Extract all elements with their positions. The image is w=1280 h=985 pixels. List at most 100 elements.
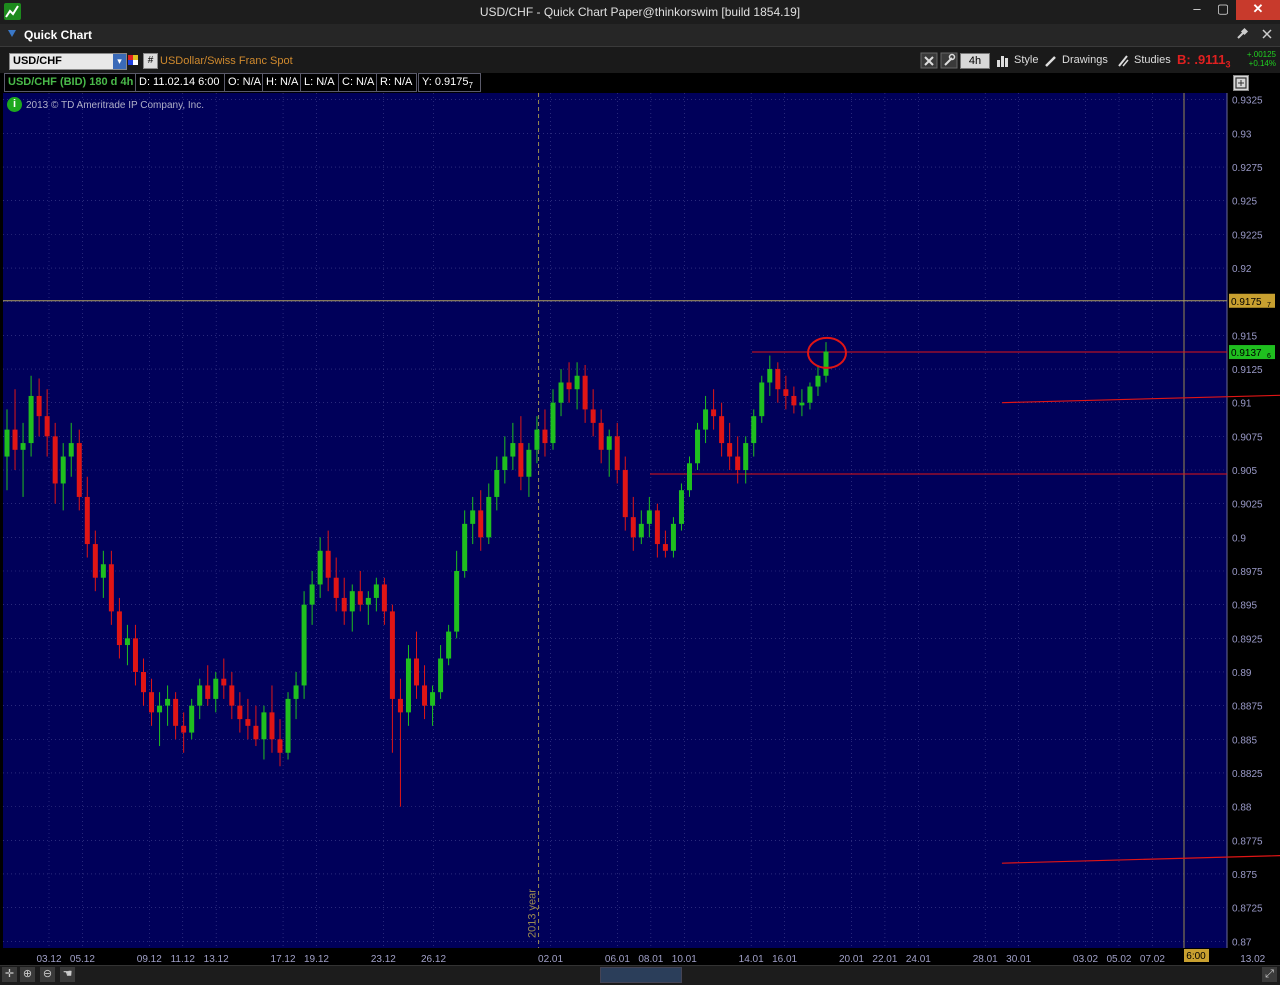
y-tick-label: 0.8725 [1232, 904, 1263, 915]
candle-body [534, 429, 540, 450]
y-tick-label: 0.91 [1232, 399, 1252, 410]
candle-body [165, 698, 171, 706]
candle-body [494, 470, 500, 497]
candle-body [654, 510, 660, 545]
x-tick-label: 03.12 [36, 954, 61, 965]
y-tick-label: 0.9025 [1232, 500, 1263, 511]
copyright-text: 2013 © TD Ameritrade IP Company, Inc. [26, 100, 205, 111]
horizontal-scrollbar-thumb[interactable] [600, 967, 682, 983]
y-tick-label: 0.8775 [1232, 836, 1263, 847]
candle-body [518, 443, 524, 477]
candle-body [703, 409, 709, 430]
candle-body [614, 436, 620, 471]
x-tick-label: 09.12 [137, 954, 162, 965]
y-tick-label: 0.925 [1232, 197, 1257, 208]
zoom-in-icon[interactable]: ⊕ [20, 967, 35, 982]
expand-icon[interactable]: ⤢ [1262, 967, 1277, 982]
info-y-value: Y: 0.9175 [422, 76, 469, 88]
info-high: H: N/A [262, 73, 303, 92]
plot-background [3, 93, 1227, 948]
candle-body [630, 517, 636, 538]
y-tick-label: 0.915 [1232, 331, 1257, 342]
x-tick-label: 20.01 [839, 954, 864, 965]
y-tick-label: 0.895 [1232, 601, 1257, 612]
x-tick-label: 05.12 [70, 954, 95, 965]
candle-body [349, 591, 355, 612]
x-tick-label: 28.01 [973, 954, 998, 965]
candle-body [646, 510, 652, 524]
y-tick-label: 0.9275 [1232, 163, 1263, 174]
candle-body [727, 443, 733, 457]
crosshair-price-subdigit: 7 [1267, 302, 1271, 309]
x-tick-label: 13.02 [1240, 954, 1265, 965]
candle-body [719, 416, 725, 444]
candle-body [743, 443, 749, 471]
candle-body [422, 685, 428, 706]
y-tick-label: 0.9125 [1232, 365, 1263, 376]
candle-body [12, 429, 18, 450]
candle-body [815, 375, 821, 387]
candle-body [751, 416, 757, 444]
candle-body [373, 584, 379, 598]
candle-body [582, 375, 588, 410]
settings-gear-icon[interactable] [1233, 75, 1249, 91]
x-tick-label: 11.12 [171, 954, 196, 965]
hand-pan-icon[interactable]: ☚ [60, 967, 75, 982]
candle-body [430, 692, 436, 706]
td-ameritrade-icon: i [7, 97, 22, 112]
candle-body [52, 436, 58, 484]
x-tick-label: 23.12 [371, 954, 396, 965]
info-open: O: N/A [224, 73, 265, 92]
x-tick-label: 06.01 [605, 954, 630, 965]
candle-body [542, 429, 548, 444]
y-tick-label: 0.9 [1232, 533, 1246, 544]
candle-body [28, 395, 34, 444]
candle-body [695, 429, 701, 464]
candle-body [285, 698, 291, 753]
candle-body [132, 638, 138, 672]
candle-body [389, 611, 395, 699]
x-tick-label: 08.01 [638, 954, 663, 965]
last-price-subdigit: 6 [1267, 353, 1271, 360]
candle-body [807, 386, 813, 403]
candle-body [462, 523, 468, 571]
info-date: D: 11.02.14 6:00 [135, 73, 226, 92]
candle-body [638, 523, 644, 538]
zoom-out-icon[interactable]: ⊖ [40, 967, 55, 982]
y-tick-label: 0.875 [1232, 870, 1257, 881]
y-tick-label: 0.905 [1232, 466, 1257, 477]
x-tick-label: 17.12 [271, 954, 296, 965]
candle-body [261, 712, 267, 740]
candle-body [173, 698, 179, 726]
candle-body [84, 496, 90, 545]
candle-body [678, 490, 684, 524]
candle-body [470, 510, 476, 524]
candle-body [317, 550, 323, 585]
x-tick-label: 22.01 [872, 954, 897, 965]
info-symbol-period: USD/CHF (BID) 180 d 4h [4, 73, 137, 92]
last-price-label: 0.9137 [1231, 348, 1262, 359]
candle-body [141, 671, 146, 693]
candle-body [157, 705, 163, 713]
x-tick-label: 10.01 [672, 954, 697, 965]
candle-body [775, 369, 781, 390]
candle-body [341, 597, 347, 612]
candle-body [510, 443, 516, 457]
candle-body [293, 685, 299, 699]
candle-body [823, 351, 829, 376]
x-tick-label: 16.01 [772, 954, 797, 965]
candle-body [606, 436, 612, 450]
candle-body [558, 382, 564, 403]
candle-body [357, 591, 363, 605]
candle-body [454, 570, 460, 632]
candle-body [36, 395, 42, 417]
crosshair-icon[interactable]: ✛ [2, 967, 17, 982]
price-chart[interactable]: 0.9325 0.93 0.9275 0.925 0.9225 0.92 0.9175 0.9… [0, 0, 1280, 984]
candle-body [799, 402, 805, 406]
candle-body [446, 631, 452, 659]
y-tick-label: 0.8875 [1232, 702, 1263, 713]
candle-body [221, 678, 227, 686]
x-tick-label: 19.12 [304, 954, 329, 965]
info-range: R: N/A [376, 73, 417, 92]
candle-body [237, 705, 243, 720]
